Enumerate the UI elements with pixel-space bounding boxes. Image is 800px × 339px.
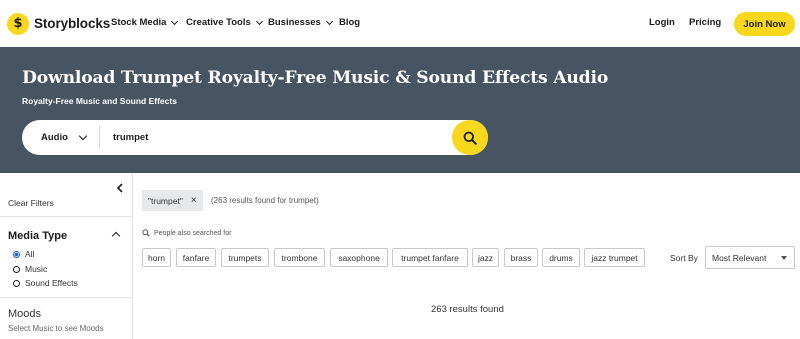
hero-banner: Download Trumpet Royalty-Free Music & So…: [0, 47, 800, 173]
related-tag[interactable]: fanfare: [176, 248, 216, 267]
filter-chip-label: "trumpet": [148, 195, 183, 206]
media-type-music[interactable]: Music: [13, 264, 47, 274]
chevron-up-icon[interactable]: [111, 231, 121, 241]
media-type-all[interactable]: All: [13, 249, 34, 259]
logo[interactable]: $ Storyblocks: [7, 12, 111, 35]
logo-icon: $: [7, 12, 29, 35]
search-icon: [463, 131, 477, 145]
filter-sidebar: Clear Filters Media Type All Music Sound…: [0, 173, 133, 339]
search-icon: [142, 229, 150, 237]
result-count-note: (263 results found for trumpet): [211, 196, 319, 205]
radio-label: All: [25, 249, 35, 259]
logo-text: Storyblocks: [34, 16, 111, 31]
pricing-link[interactable]: Pricing: [689, 17, 721, 28]
chevron-down-icon: [171, 17, 179, 25]
related-label-text: People also searched for: [154, 229, 232, 237]
radio-label: Music: [25, 264, 48, 274]
login-link[interactable]: Login: [649, 17, 675, 28]
join-now-button[interactable]: Join Now: [734, 12, 795, 36]
nav-stock-media[interactable]: Stock Media: [111, 17, 179, 28]
search-type-label: Audio: [41, 132, 68, 143]
moods-hint: Select Music to see Moods: [8, 324, 104, 333]
active-filter-chip: "trumpet" ×: [142, 190, 203, 211]
nav-label: Businesses: [268, 17, 321, 28]
chevron-down-icon: [78, 131, 88, 141]
related-tag[interactable]: jazz trumpet: [584, 248, 645, 267]
media-type-sound-effects[interactable]: Sound Effects: [13, 278, 78, 288]
divider: [0, 297, 133, 298]
divider: [0, 216, 133, 217]
radio[interactable]: [13, 265, 20, 273]
clear-filters-link[interactable]: Clear Filters: [8, 198, 54, 208]
nav-label: Blog: [339, 17, 361, 28]
related-tag[interactable]: saxophone: [330, 248, 388, 267]
related-tag[interactable]: horn: [142, 248, 171, 267]
media-type-heading[interactable]: Media Type: [8, 230, 67, 242]
nav-businesses[interactable]: Businesses: [268, 17, 333, 28]
related-tag[interactable]: trumpet fanfare: [392, 248, 468, 267]
radio-label: Sound Effects: [25, 278, 78, 288]
remove-filter-icon[interactable]: ×: [191, 195, 197, 206]
related-tag[interactable]: brass: [504, 248, 538, 267]
related-tag[interactable]: trumpets: [221, 248, 269, 267]
moods-heading[interactable]: Moods: [8, 308, 41, 320]
nav-label: Stock Media: [111, 17, 167, 28]
nav-blog[interactable]: Blog: [339, 17, 360, 28]
radio-selected[interactable]: [13, 250, 20, 258]
search-input[interactable]: [113, 129, 443, 146]
search-bar: Audio: [22, 120, 488, 155]
nav-creative-tools[interactable]: Creative Tools: [186, 17, 263, 28]
sort-value: Most Relevant: [712, 252, 767, 263]
chevron-down-icon: [325, 17, 333, 25]
radio[interactable]: [13, 279, 20, 287]
search-type-dropdown[interactable]: Audio: [41, 131, 88, 143]
related-searches-label: People also searched for: [142, 229, 231, 237]
related-tag[interactable]: drums: [542, 248, 580, 267]
sort-select[interactable]: Most Relevant: [705, 246, 795, 269]
page-subtitle: Royalty-Free Music and Sound Effects: [22, 96, 177, 106]
page-title: Download Trumpet Royalty-Free Music & So…: [22, 68, 609, 88]
results-summary: 263 results found: [431, 304, 504, 315]
sort-by-label: Sort By: [670, 253, 698, 263]
caret-down-icon: [781, 256, 787, 260]
chevron-down-icon: [255, 17, 263, 25]
top-nav: $ Storyblocks Stock Media Creative Tools…: [0, 0, 800, 47]
related-tag[interactable]: jazz: [472, 248, 499, 267]
collapse-sidebar-icon[interactable]: [116, 183, 124, 193]
search-divider: [99, 126, 100, 149]
search-button[interactable]: [452, 120, 488, 155]
related-tag[interactable]: trombone: [274, 248, 325, 267]
nav-label: Creative Tools: [186, 17, 251, 28]
